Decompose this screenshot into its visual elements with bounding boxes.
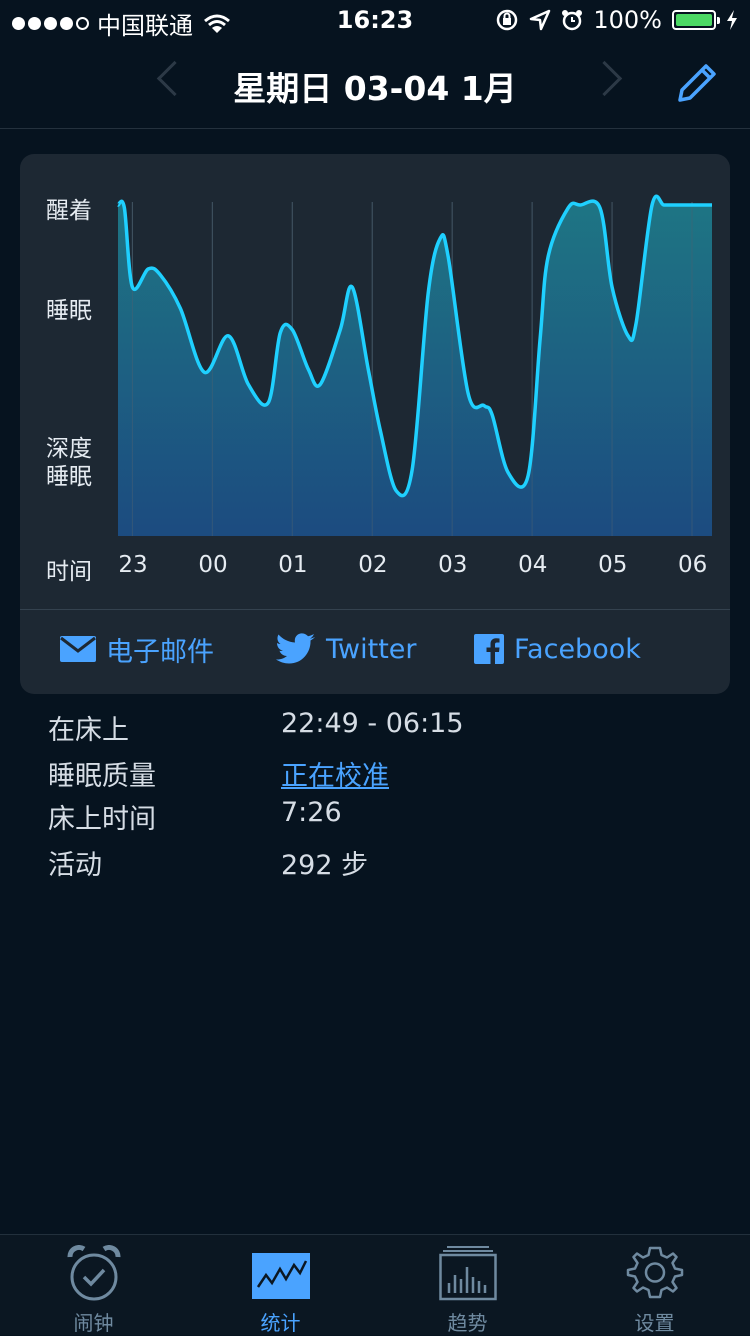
x-tick-label: 23 — [118, 552, 148, 578]
location-icon — [530, 9, 551, 31]
time-in-bed-label: 床上时间 — [48, 804, 156, 835]
twitter-bird-icon — [276, 633, 315, 664]
share-facebook-button[interactable]: Facebook — [474, 624, 641, 674]
tab-settings[interactable]: 设置 — [561, 1235, 748, 1335]
y-label-sleep: 睡眠 — [46, 298, 92, 324]
share-facebook-label: Facebook — [514, 633, 641, 665]
rotation-lock-icon — [497, 9, 518, 31]
alarm-status-icon — [562, 10, 583, 31]
in-bed-label: 在床上 — [48, 715, 129, 746]
alarm-clock-icon — [67, 1245, 120, 1301]
activity-label: 活动 — [48, 850, 102, 881]
x-tick-label: 06 — [678, 552, 708, 578]
sleep-graph — [116, 194, 712, 536]
y-label-deep-1: 深度 — [46, 436, 92, 462]
trends-chart-icon — [438, 1246, 497, 1301]
share-email-label: 电子邮件 — [106, 636, 214, 668]
x-axis-label: 时间 — [46, 559, 92, 585]
facebook-icon — [474, 634, 504, 664]
x-tick-label: 04 — [518, 552, 548, 578]
sleep-area — [118, 196, 712, 536]
tab-alarm[interactable]: 闹钟 — [0, 1235, 187, 1335]
activity-value: 292 步 — [281, 850, 369, 881]
y-label-awake: 醒着 — [46, 198, 92, 224]
tab-settings-label: 设置 — [634, 1311, 675, 1335]
x-tick-label: 01 — [278, 552, 308, 578]
header: 星期日 03-04 1月 — [0, 40, 750, 129]
charging-icon — [727, 10, 737, 30]
tab-trends-label: 趋势 — [447, 1311, 488, 1335]
time-in-bed-value: 7:26 — [281, 797, 342, 828]
x-tick-label: 00 — [198, 552, 228, 578]
tab-trends[interactable]: 趋势 — [374, 1235, 561, 1335]
battery-percent: 100% — [593, 6, 662, 34]
x-tick-label: 02 — [358, 552, 388, 578]
tab-alarm-label: 闹钟 — [73, 1311, 114, 1335]
x-tick-label: 03 — [438, 552, 468, 578]
sleep-chart-card: 醒着 睡眠 深度 睡眠 时间 23 00 01 02 03 04 05 06 电子邮件 Twi… — [20, 154, 730, 694]
tab-stats[interactable]: 统计 — [187, 1235, 374, 1335]
gear-icon — [626, 1246, 683, 1299]
battery-icon — [672, 10, 720, 30]
share-twitter-button[interactable]: Twitter — [276, 624, 417, 674]
x-tick-label: 05 — [598, 552, 628, 578]
stats-graph-icon — [251, 1253, 310, 1299]
sleep-quality-link[interactable]: 正在校准 — [281, 754, 389, 793]
page-title: 星期日 03-04 1月 — [233, 69, 517, 108]
mail-icon — [60, 636, 96, 662]
share-email-button[interactable]: 电子邮件 — [60, 624, 214, 674]
edit-pencil-icon[interactable] — [672, 58, 722, 108]
card-divider — [20, 609, 730, 610]
share-twitter-label: Twitter — [326, 633, 417, 665]
y-label-deep-2: 睡眠 — [46, 464, 92, 490]
tab-bar: 闹钟 统计 趋势 设置 — [0, 1234, 750, 1335]
sleep-quality-label: 睡眠质量 — [48, 761, 156, 792]
tab-stats-label: 统计 — [260, 1311, 301, 1335]
in-bed-value: 22:49 - 06:15 — [281, 708, 464, 739]
status-bar: 中国联通 16:23 100% — [0, 0, 750, 40]
